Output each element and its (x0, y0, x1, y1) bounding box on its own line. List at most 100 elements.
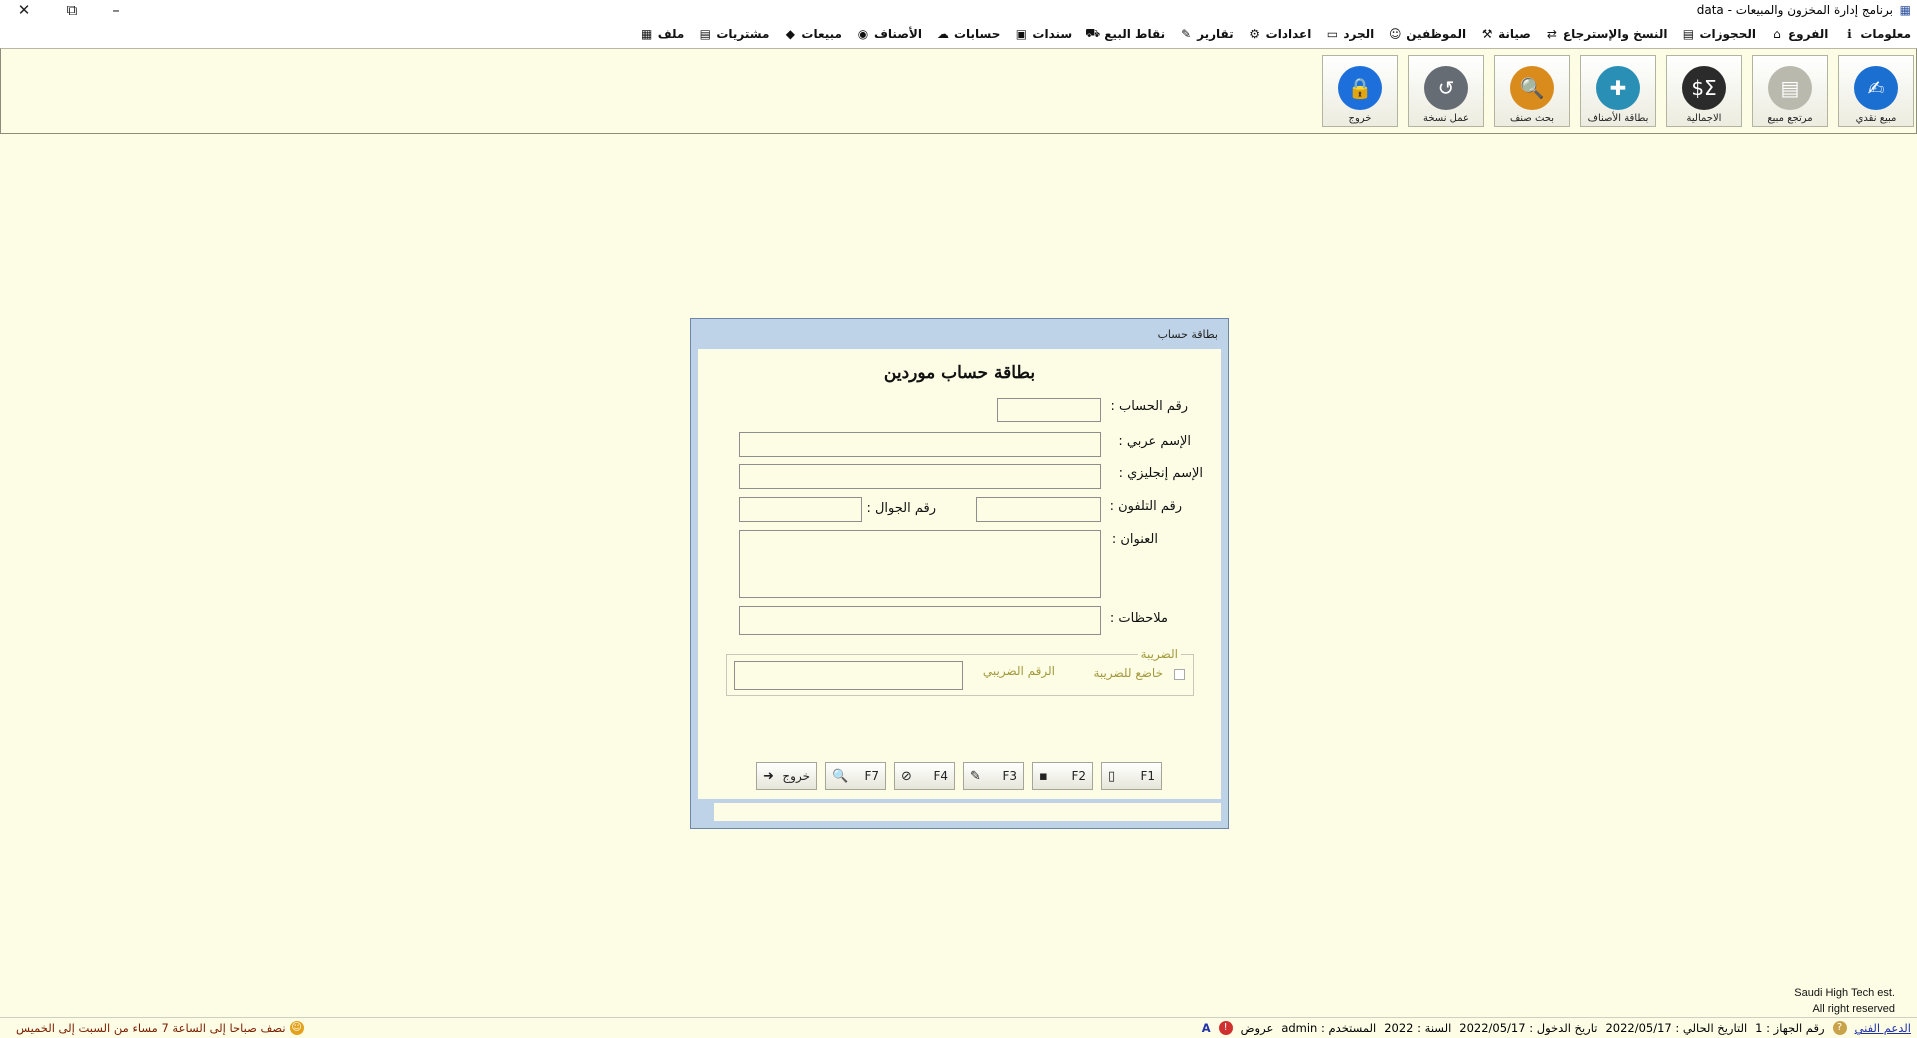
user-label: المستخدم : (1321, 1021, 1377, 1035)
minimize-button[interactable]: – (94, 0, 138, 22)
menu-item-9[interactable]: الجرد ▭ (1325, 26, 1375, 42)
account-number-input[interactable] (997, 398, 1101, 422)
menu-item-label: مبيعات (801, 27, 842, 41)
menu-item-2[interactable]: مبيعات ◆ (783, 26, 842, 42)
dialog-button-label: F3 (1002, 769, 1017, 783)
notes-input[interactable] (739, 606, 1101, 635)
arabic-name-input[interactable] (739, 432, 1101, 457)
dialog-button-3[interactable]: ⊘ F4 (894, 762, 955, 790)
dialog-button-4[interactable]: 🔍 F7 (825, 762, 886, 790)
menu-item-6[interactable]: نقاط البيع ⛟ (1085, 26, 1165, 42)
tax-subject-label: خاضع للضريبة (1093, 666, 1163, 680)
form-heading: بطاقة حساب موردين (883, 363, 1036, 383)
lock-icon: 🔒 (1338, 66, 1382, 110)
window-title-text: برنامج إدارة المخزون والمبيعات - data (1696, 3, 1893, 17)
dialog-button-label: F4 (933, 769, 948, 783)
toolbar-button-6[interactable]: 🔒 خروج (1322, 55, 1398, 127)
working-hours: ☺ نصف صباحا إلى الساعة 7 مساء من السبت إ… (16, 1021, 304, 1035)
offers-icon: ! (1218, 1021, 1233, 1035)
tax-legend: الضريبة (1137, 647, 1181, 661)
english-name-label: الإسم إنجليزي : (1118, 466, 1203, 481)
offers-label[interactable]: عروض (1241, 1021, 1274, 1035)
clock-icon: ☺ (289, 1021, 304, 1035)
toolbar-button-label: عمل نسخة (1422, 113, 1470, 124)
dialog-button-0[interactable]: ▯ F1 (1101, 762, 1162, 790)
login-date-label: تاريخ الدخول : (1529, 1021, 1598, 1035)
menu-item-label: ملف (657, 27, 685, 41)
wrench-icon: ⚒ (1481, 27, 1493, 41)
menu-item-label: تقارير (1197, 27, 1234, 41)
menu-item-12[interactable]: النسخ والإسترجاع ⇄ (1545, 26, 1668, 42)
toolbar-button-2[interactable]: $Σ الاجمالية (1666, 55, 1742, 127)
dialog-body: بطاقة حساب موردين رقم الحساب : الإسم عرب… (698, 349, 1221, 799)
search-icon: 🔍 (832, 768, 849, 784)
new-document-icon: ▯ (1108, 768, 1116, 784)
menu-item-label: النسخ والإسترجاع (1562, 27, 1668, 41)
users-indicator: A (1201, 1021, 1211, 1035)
menu-item-label: سندات (1032, 27, 1073, 41)
phone-label: رقم التلفون : (1109, 499, 1182, 514)
item-card-icon: ✚ (1596, 66, 1640, 110)
toolbar-button-5[interactable]: ↺ عمل نسخة (1408, 55, 1484, 127)
dialog-button-label: F7 (864, 769, 879, 783)
toolbar-button-1[interactable]: ▤ مرتجع مبيع (1752, 55, 1828, 127)
close-button[interactable]: ✕ (2, 0, 46, 22)
english-name-input[interactable] (739, 464, 1101, 489)
current-date-label: التاريخ الحالي : (1675, 1021, 1748, 1035)
menu-item-13[interactable]: الحجوزات ▤ (1681, 26, 1756, 42)
working-hours-text: نصف صباحا إلى الساعة 7 مساء من السبت إلى… (16, 1021, 286, 1035)
delete-icon: ⊘ (901, 768, 912, 784)
status-bar: A ! عروض المستخدم : admin السنة : 2022 ت… (0, 1017, 1917, 1038)
tax-subject-checkbox[interactable] (1174, 669, 1185, 680)
menu-item-4[interactable]: حسابات ☁ (936, 26, 1000, 42)
login-date-value: 2022/05/17 (1459, 1021, 1526, 1035)
menu-item-0[interactable]: ملف ▦ (640, 26, 685, 42)
dialog-footer (714, 803, 1221, 821)
menu-item-14[interactable]: الفروع ⌂ (1770, 26, 1828, 42)
dialog-title: بطاقة حساب (1157, 328, 1218, 341)
menu-item-7[interactable]: تقارير ✎ (1179, 26, 1234, 42)
account-number-label: رقم الحساب : (1110, 399, 1188, 414)
save-icon: ▪ (1039, 768, 1048, 784)
menu-item-5[interactable]: سندات ▣ (1014, 26, 1072, 42)
window-title: ▦ برنامج إدارة المخزون والمبيعات - data (1697, 3, 1911, 17)
current-date-value: 2022/05/17 (1605, 1021, 1672, 1035)
reservation-icon: ▤ (1682, 27, 1695, 41)
menu-item-10[interactable]: الموظفين ☺ (1388, 26, 1466, 42)
phone-input[interactable] (976, 497, 1101, 522)
menu-item-label: معلومات (1860, 27, 1911, 41)
cash-sale-icon: ✍ (1854, 66, 1898, 110)
dialog-button-1[interactable]: ▪ F2 (1032, 762, 1093, 790)
document-icon: ▤ (699, 27, 711, 41)
menu-item-15[interactable]: معلومات ℹ (1842, 26, 1911, 42)
menu-item-1[interactable]: مشتريات ▤ (698, 26, 770, 42)
mobile-input[interactable] (739, 497, 862, 522)
support-link[interactable]: الدعم الفني (1855, 1021, 1911, 1035)
mobile-label: رقم الجوال : (866, 501, 936, 516)
toolbar-button-label: بطاقة الأصناف (1587, 113, 1649, 124)
menu-item-label: الجرد (1343, 27, 1375, 41)
menu-item-3[interactable]: الأصناف ◉ (856, 26, 922, 42)
restore-button[interactable]: ⧉ (50, 0, 94, 22)
bag-icon: ◆ (785, 27, 796, 41)
notes-label: ملاحظات : (1109, 611, 1168, 626)
toolbar-button-label: الاجمالية (1686, 113, 1722, 124)
support-icon: ? (1832, 1021, 1847, 1035)
year-value: 2022 (1384, 1021, 1414, 1035)
toolbar-button-3[interactable]: ✚ بطاقة الأصناف (1580, 55, 1656, 127)
bottle-icon: ◉ (857, 27, 869, 41)
toolbar: ✍ مبيع نقدي ▤ مرتجع مبيع $Σ الاجمالية ✚ بطاقة ا… (0, 48, 1917, 134)
tax-number-label: الرقم الضريبي (982, 664, 1055, 678)
dialog-button-5[interactable]: ➜ خروج (756, 762, 817, 790)
toolbar-button-0[interactable]: ✍ مبيع نقدي (1838, 55, 1914, 127)
menu-item-11[interactable]: صيانة ⚒ (1480, 26, 1531, 42)
menu-item-8[interactable]: اعدادات ⚙ (1248, 26, 1311, 42)
dialog-button-2[interactable]: ✎ F3 (963, 762, 1024, 790)
menu-item-label: مشتريات (716, 27, 770, 41)
user-value: admin (1281, 1021, 1318, 1035)
address-input[interactable] (739, 530, 1101, 598)
account-card-dialog: بطاقة حساب بطاقة حساب موردين رقم الحساب … (690, 318, 1229, 829)
toolbar-button-4[interactable]: 🔍 بحث صنف (1494, 55, 1570, 127)
tax-number-input[interactable] (734, 661, 963, 690)
grid-icon: ▦ (641, 27, 653, 41)
